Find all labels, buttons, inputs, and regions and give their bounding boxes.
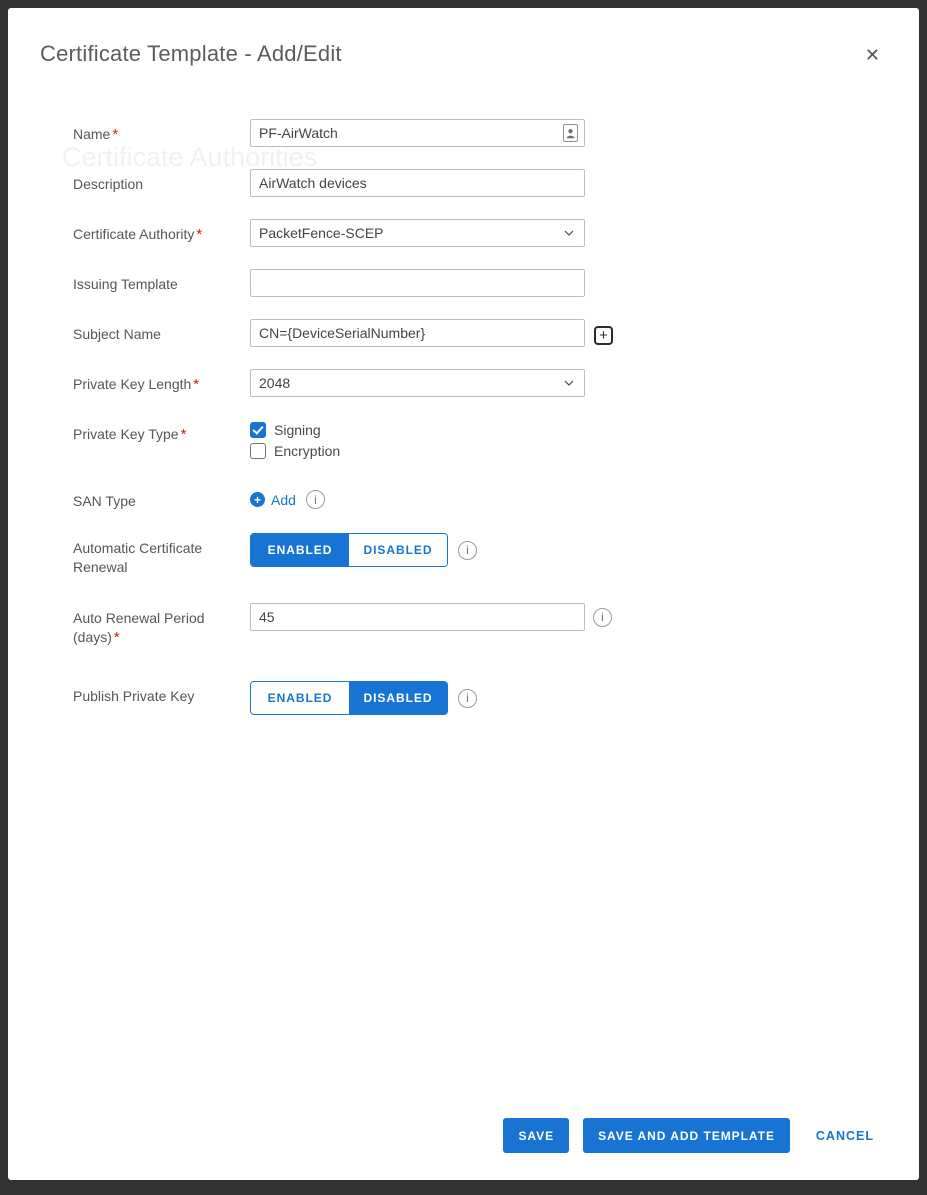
description-input[interactable] [250, 169, 585, 197]
cancel-button[interactable]: CANCEL [816, 1129, 874, 1143]
info-icon[interactable]: i [306, 490, 325, 509]
encryption-checkbox-label: Encryption [274, 443, 340, 459]
form-row-publish-private-key: Publish Private Key ENABLED DISABLED i [73, 681, 919, 715]
publish-enabled-option[interactable]: ENABLED [251, 682, 349, 714]
modal-header: Certificate Template - Add/Edit ✕ [8, 8, 919, 67]
add-san-label: Add [271, 492, 296, 508]
issuing-template-input[interactable] [250, 269, 585, 297]
subject-name-input[interactable] [250, 319, 585, 347]
form-row-description: Description [73, 169, 919, 197]
private-key-length-select[interactable]: 2048 [250, 369, 585, 397]
publish-private-key-label: Publish Private Key [73, 681, 250, 706]
required-marker: * [196, 226, 202, 243]
required-marker: * [193, 376, 199, 393]
checkbox-unchecked-icon[interactable] [250, 443, 266, 459]
certificate-authority-value: PacketFence-SCEP [259, 225, 384, 241]
private-key-length-label: Private Key Length* [73, 369, 250, 394]
description-label: Description [73, 169, 250, 194]
modal-title: Certificate Template - Add/Edit [40, 41, 342, 67]
required-marker: * [112, 126, 118, 143]
close-icon[interactable]: ✕ [861, 44, 884, 66]
required-marker: * [181, 426, 187, 443]
private-key-type-label: Private Key Type* [73, 419, 250, 444]
issuing-template-label: Issuing Template [73, 269, 250, 294]
save-and-add-template-button[interactable]: SAVE AND ADD TEMPLATE [583, 1118, 790, 1153]
certificate-template-modal: Certificate Authorities Certificate Temp… [8, 8, 919, 1180]
info-icon[interactable]: i [458, 689, 477, 708]
certificate-authority-select[interactable]: PacketFence-SCEP [250, 219, 585, 247]
chevron-down-icon [564, 230, 574, 236]
form-row-private-key-type: Private Key Type* Signing Encryption [73, 419, 919, 459]
signing-checkbox-label: Signing [274, 422, 321, 438]
info-icon[interactable]: i [458, 541, 477, 560]
auto-renewal-period-label: Auto Renewal Period (days)* [73, 603, 250, 647]
modal-footer: SAVE SAVE AND ADD TEMPLATE CANCEL [503, 1118, 874, 1153]
signing-checkbox[interactable]: Signing [250, 422, 340, 438]
form-row-automatic-certificate-renewal: Automatic Certificate Renewal ENABLED DI… [73, 533, 919, 577]
checkbox-checked-icon[interactable] [250, 422, 266, 438]
required-marker: * [114, 629, 120, 646]
subject-name-label: Subject Name [73, 319, 250, 344]
renewal-disabled-option[interactable]: DISABLED [349, 534, 447, 566]
form-row-subject-name: Subject Name + [73, 319, 919, 347]
encryption-checkbox[interactable]: Encryption [250, 443, 340, 459]
form-row-name: Name* [73, 119, 919, 147]
automatic-certificate-renewal-label: Automatic Certificate Renewal [73, 533, 250, 577]
form-row-private-key-length: Private Key Length* 2048 [73, 369, 919, 397]
form-row-san-type: SAN Type + Add i [73, 486, 919, 511]
add-san-link[interactable]: + Add [250, 492, 296, 508]
private-key-length-value: 2048 [259, 375, 290, 391]
info-icon[interactable]: i [593, 608, 612, 627]
name-label: Name* [73, 119, 250, 144]
add-subject-attribute-button[interactable]: + [594, 326, 613, 345]
form-row-issuing-template: Issuing Template [73, 269, 919, 297]
san-type-label: SAN Type [73, 486, 250, 511]
publish-disabled-option[interactable]: DISABLED [349, 682, 447, 714]
form-row-auto-renewal-period: Auto Renewal Period (days)* i [73, 603, 919, 647]
autofill-contact-icon[interactable] [563, 124, 578, 142]
certificate-authority-label: Certificate Authority* [73, 219, 250, 244]
save-button[interactable]: SAVE [503, 1118, 569, 1153]
renewal-enabled-option[interactable]: ENABLED [251, 534, 349, 566]
plus-circle-icon: + [250, 492, 265, 507]
form-row-certificate-authority: Certificate Authority* PacketFence-SCEP [73, 219, 919, 247]
publish-private-key-toggle: ENABLED DISABLED [250, 681, 448, 715]
name-input[interactable] [250, 119, 585, 147]
auto-renewal-period-input[interactable] [250, 603, 585, 631]
chevron-down-icon [564, 380, 574, 386]
certificate-template-form: Name* Description Certificate Authority* [8, 119, 919, 715]
automatic-certificate-renewal-toggle: ENABLED DISABLED [250, 533, 448, 567]
